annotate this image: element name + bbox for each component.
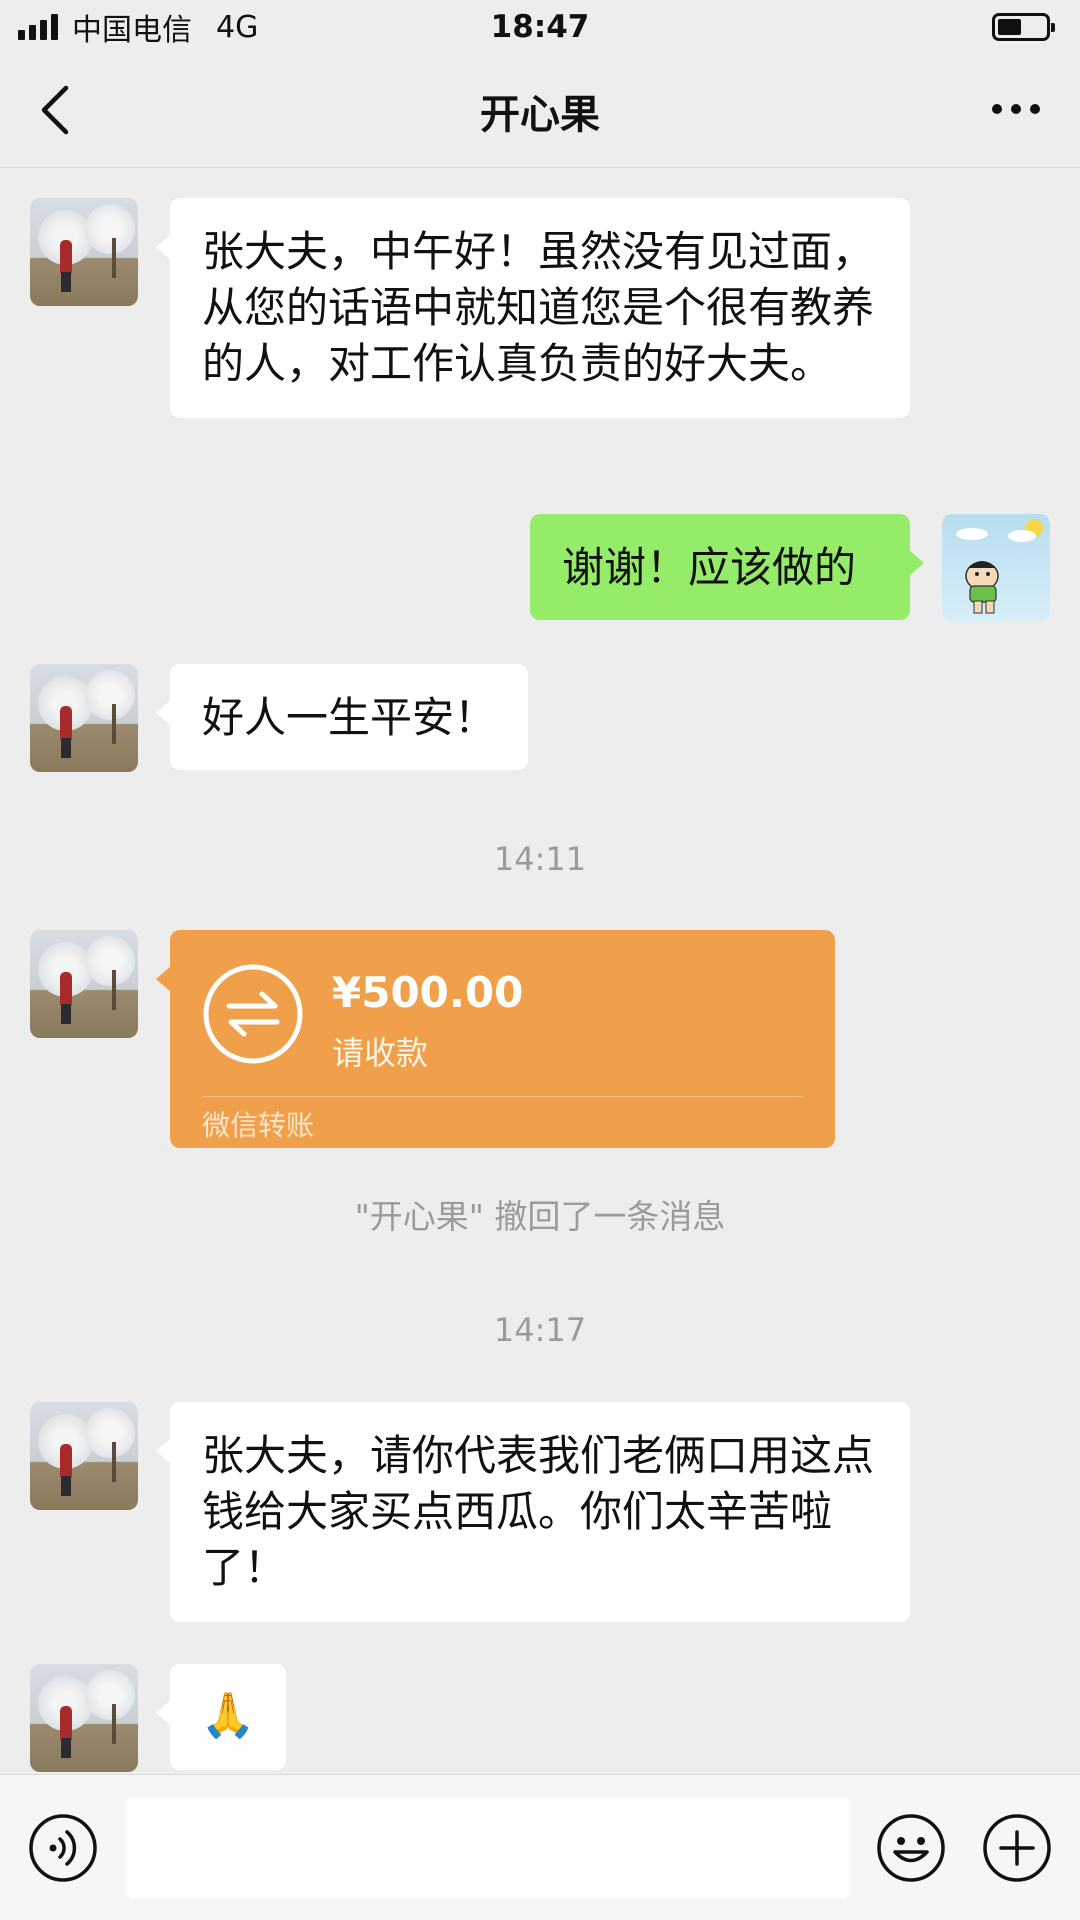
battery-icon bbox=[992, 13, 1055, 41]
message-text: 好人一生平安！ bbox=[202, 693, 497, 742]
chat-title: 开心果 bbox=[480, 91, 600, 138]
transfer-status: 请收款 bbox=[332, 1034, 429, 1072]
message-bubble-self[interactable]: 谢谢！应该做的 bbox=[530, 514, 924, 620]
input-bar bbox=[0, 1774, 1080, 1920]
status-left: 中国电信 4G bbox=[18, 5, 258, 49]
network-label: 4G bbox=[216, 9, 259, 45]
contact-avatar[interactable] bbox=[30, 1664, 138, 1772]
chevron-left-icon[interactable] bbox=[36, 82, 76, 138]
transfer-footer: 微信转账 bbox=[202, 1109, 315, 1142]
status-bar: 中国电信 4G 18:47 bbox=[0, 0, 1080, 54]
signal-icon bbox=[18, 14, 58, 40]
transfer-card[interactable]: ¥500.00 请收款 微信转账 bbox=[156, 930, 835, 1148]
carrier-label: 中国电信 bbox=[72, 13, 192, 48]
nav-bar: 开心果 bbox=[0, 54, 1080, 168]
transfer-amount: ¥500.00 bbox=[332, 968, 524, 1017]
timestamp: 14:17 bbox=[493, 1311, 587, 1349]
more-dots-icon[interactable] bbox=[992, 104, 1040, 114]
transfer-arrows-icon bbox=[203, 964, 303, 1064]
emoji-bubble[interactable]: 🙏 bbox=[156, 1664, 286, 1770]
message-text: 谢谢！应该做的 bbox=[562, 543, 857, 592]
message-text: 张大夫，中午好！虽然没有见过面，从您的话语中就知道您是个很有教养的人，对工作认真… bbox=[202, 227, 875, 388]
voice-icon[interactable] bbox=[28, 1813, 98, 1883]
message-bubble[interactable]: 张大夫，请你代表我们老俩口用这点钱给大家买点西瓜。你们太辛苦啦了！ bbox=[156, 1402, 910, 1622]
self-avatar[interactable] bbox=[942, 514, 1050, 622]
timestamp: 14:11 bbox=[493, 840, 587, 878]
pray-emoji-icon: 🙏 bbox=[200, 1690, 256, 1741]
message-bubble[interactable]: 张大夫，中午好！虽然没有见过面，从您的话语中就知道您是个很有教养的人，对工作认真… bbox=[156, 198, 910, 418]
contact-avatar[interactable] bbox=[30, 930, 138, 1038]
emoji-icon[interactable] bbox=[876, 1813, 946, 1883]
contact-avatar[interactable] bbox=[30, 664, 138, 772]
divider bbox=[202, 1096, 803, 1097]
message-input[interactable] bbox=[126, 1797, 850, 1899]
cartoon-avatar-icon bbox=[956, 519, 1043, 614]
message-text: 张大夫，请你代表我们老俩口用这点钱给大家买点西瓜。你们太辛苦啦了！ bbox=[202, 1431, 875, 1592]
recall-notice: "开心果" 撤回了一条消息 bbox=[354, 1197, 726, 1236]
contact-avatar[interactable] bbox=[30, 198, 138, 306]
message-bubble[interactable]: 好人一生平安！ bbox=[155, 664, 529, 770]
contact-avatar[interactable] bbox=[30, 1402, 138, 1510]
plus-icon[interactable] bbox=[982, 1813, 1052, 1883]
